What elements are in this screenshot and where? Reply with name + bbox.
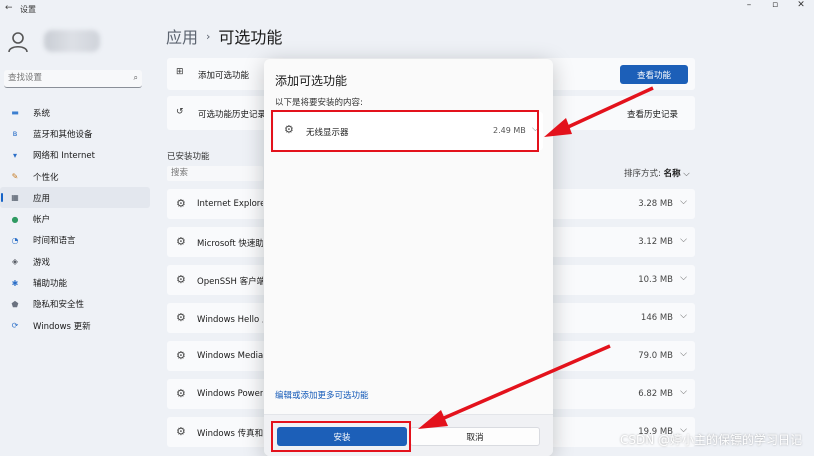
annotation-arrowhead-top [544,118,572,137]
annotation-arrow-line-bottom [443,344,611,420]
annotation-arrow-line-top [567,86,654,129]
annotation-arrows [418,86,654,429]
watermark: CSDN @婷小主的保镖的学习日记 [619,433,802,447]
annotation-arrowhead-bottom [418,410,448,429]
